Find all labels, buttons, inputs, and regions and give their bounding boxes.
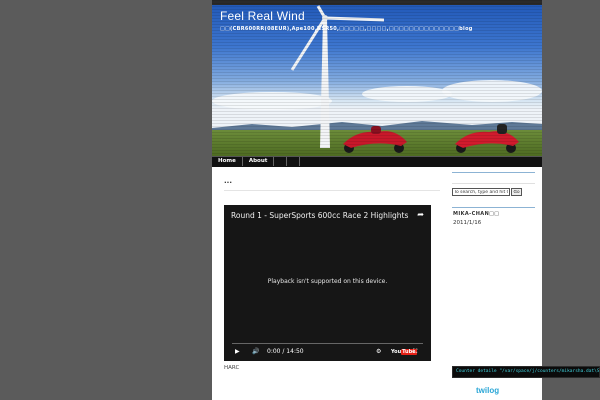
search-go-button[interactable]: Go [511, 188, 522, 196]
twilog-logo[interactable]: twilog [476, 386, 499, 395]
site-description: □□(CBR600RR(08EUR),Ape100,NSR50,□□□□□,□□… [220, 26, 473, 32]
sidebar-divider [452, 172, 535, 173]
video-title[interactable]: Round 1 - SuperSports 600cc Race 2 Highl… [231, 211, 411, 220]
site-title[interactable]: Feel Real Wind [220, 9, 305, 23]
embedded-video-player[interactable]: Round 1 - SuperSports 600cc Race 2 Highl… [224, 205, 431, 361]
video-controls: ▶ 🔊 0:00 / 14:50 ⚙ YouTube ⛶ [232, 346, 423, 358]
settings-icon[interactable]: ⚙ [376, 346, 381, 358]
video-progress-bar[interactable] [232, 343, 423, 344]
video-time: 0:00 / 14:50 [267, 348, 304, 355]
sidebar-divider [452, 207, 535, 208]
share-icon[interactable]: ➦ [417, 210, 424, 219]
search-input[interactable] [452, 188, 510, 196]
main-nav: Home About [212, 156, 542, 167]
sidebar-date[interactable]: 2011/1/16 [453, 220, 481, 226]
play-icon[interactable]: ▶ [235, 346, 240, 358]
post-caption: HARC [224, 365, 240, 371]
nav-item-about[interactable]: About [243, 157, 275, 166]
nav-item-3[interactable] [274, 157, 288, 166]
playback-message: Playback isn't supported on this device. [267, 278, 388, 285]
sidebar-heading: MIKA-CHAN□□ [453, 211, 500, 217]
fullscreen-icon[interactable]: ⛶ [413, 346, 417, 358]
header-banner[interactable]: Feel Real Wind □□(CBR600RR(08EUR),Ape100… [212, 0, 542, 156]
scanline-overlay [212, 0, 542, 156]
counter-widget: Counter detaile "/var/space/j/counters/m… [452, 366, 600, 378]
post-title[interactable]: ... [224, 177, 440, 191]
nav-item-4[interactable] [287, 157, 301, 166]
sidebar-divider [452, 183, 535, 184]
volume-icon[interactable]: 🔊 [252, 346, 259, 358]
nav-item-home[interactable]: Home [212, 157, 243, 166]
